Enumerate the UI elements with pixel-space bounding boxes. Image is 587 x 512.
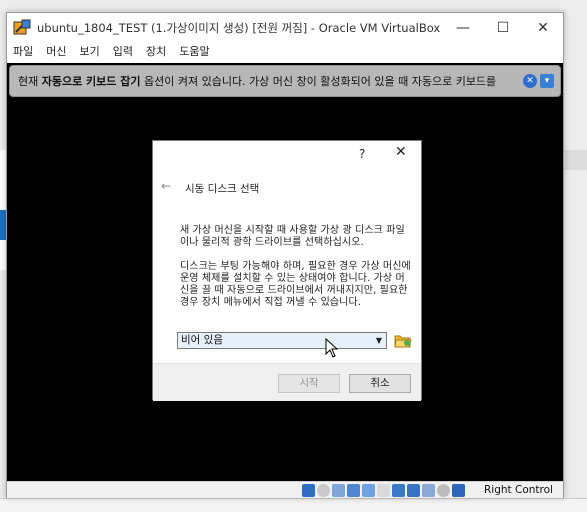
vm-display[interactable]: 현재 자동으로 키보드 잡기 옵션이 켜져 있습니다. 가상 머신 창이 활성화…: [7, 63, 563, 481]
cpu-icon[interactable]: [422, 484, 435, 497]
background-window-bottom: [0, 498, 587, 512]
cancel-button[interactable]: 취소: [349, 374, 411, 393]
dropdown-arrow-icon: ▼: [375, 336, 382, 345]
menu-file[interactable]: 파일: [13, 43, 33, 59]
notice-close-icon[interactable]: ✕: [523, 74, 537, 88]
audio-icon[interactable]: [332, 484, 345, 497]
notice-info-icon[interactable]: ▾: [540, 74, 554, 88]
dialog-description: 새 가상 머신을 시작할 때 사용할 가상 광 디스크 파일이나 물리적 광학 …: [180, 225, 405, 248]
window-title: ubuntu_1804_TEST (1.가상이미지 생성) [전원 꺼짐] - …: [37, 21, 441, 35]
menu-help[interactable]: 도움말: [179, 43, 209, 59]
choose-disk-folder-icon[interactable]: [394, 332, 412, 349]
dialog-title: 시동 디스크 선택: [185, 183, 260, 195]
menu-devices[interactable]: 장치: [146, 43, 166, 59]
hard-disk-icon[interactable]: [302, 484, 315, 497]
notice-text: 현재 자동으로 키보드 잡기 옵션이 켜져 있습니다. 가상 머신 창이 활성화…: [18, 73, 522, 89]
notice-suffix: 옵션이 켜져 있습니다. 가상 머신 창이 활성화되어 있을 때 자동으로 키보…: [140, 75, 497, 88]
background-window-right: [563, 150, 587, 170]
auto-capture-notice: 현재 자동으로 키보드 잡기 옵션이 켜져 있습니다. 가상 머신 창이 활성화…: [9, 65, 561, 97]
status-bar: Right Control: [7, 481, 563, 498]
minimize-button[interactable]: —: [443, 13, 483, 43]
host-key-label: Right Control: [484, 484, 553, 496]
menu-machine[interactable]: 머신: [46, 43, 66, 59]
network-icon[interactable]: [347, 484, 360, 497]
dialog-footer: 시작 취소: [153, 363, 421, 401]
dialog-close-button[interactable]: ✕: [395, 144, 407, 160]
keyboard-capture-icon[interactable]: [452, 484, 465, 497]
notice-bold: 자동으로 키보드 잡기: [41, 75, 141, 88]
notice-prefix: 현재: [18, 75, 42, 88]
disk-select-value: 비어 있음: [181, 334, 223, 346]
title-bar[interactable]: ubuntu_1804_TEST (1.가상이미지 생성) [전원 꺼짐] - …: [7, 13, 563, 43]
help-button[interactable]: ?: [359, 147, 365, 161]
mouse-integration-icon[interactable]: [437, 484, 450, 497]
maximize-button[interactable]: ☐: [483, 13, 523, 43]
usb-icon[interactable]: [362, 484, 375, 497]
close-button[interactable]: ✕: [523, 13, 563, 43]
menu-input[interactable]: 입력: [113, 43, 133, 59]
back-arrow-icon[interactable]: ←: [161, 179, 171, 193]
startup-disk-dialog: ? ✕ ← 시동 디스크 선택 새 가상 머신을 시작할 때 사용할 가상 광 …: [152, 140, 422, 401]
virtualbox-vm-window: ubuntu_1804_TEST (1.가상이미지 생성) [전원 꺼짐] - …: [6, 12, 564, 498]
optical-drive-icon[interactable]: [317, 484, 330, 497]
start-button[interactable]: 시작: [278, 374, 340, 393]
dialog-note: 디스크는 부팅 가능해야 하며, 필요한 경우 가상 머신에 운영 체제를 설치…: [180, 261, 411, 308]
menu-bar: 파일 머신 보기 입력 장치 도움말: [7, 41, 563, 61]
mouse-cursor-icon: [325, 338, 339, 358]
shared-folder-icon[interactable]: [377, 484, 390, 497]
recording-icon[interactable]: [407, 484, 420, 497]
virtualbox-app-icon: [13, 19, 31, 37]
disk-select[interactable]: 비어 있음 ▼: [177, 332, 387, 349]
menu-view[interactable]: 보기: [80, 43, 100, 59]
display-icon[interactable]: [392, 484, 405, 497]
